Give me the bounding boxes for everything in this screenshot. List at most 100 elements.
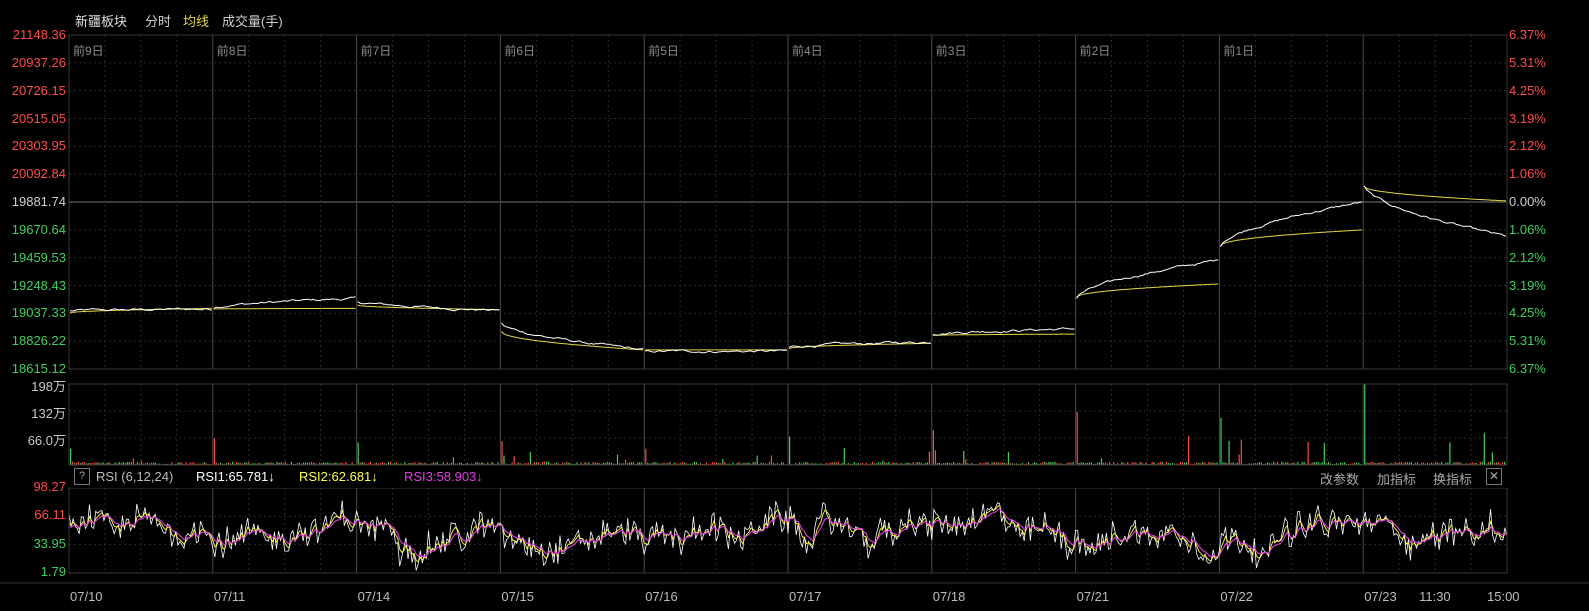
percent-label: 1.06% (1509, 221, 1546, 237)
percent-label: 6.37% (1509, 361, 1546, 376)
volume-bar (843, 448, 845, 465)
price-label: 20937.26 (11, 54, 66, 70)
volume-bar (1238, 454, 1240, 465)
timeshare-chart (0, 34, 1589, 584)
price-label: 19459.53 (11, 249, 66, 265)
volume-bar (965, 459, 967, 465)
day-label: 前9日 (73, 44, 104, 58)
percent-label: 6.37% (1509, 27, 1546, 42)
volume-bar (1220, 418, 1222, 465)
volume-bar (1076, 411, 1078, 465)
price-label: 18826.22 (11, 333, 66, 349)
volume-bar (1007, 451, 1009, 465)
rsi-label: 98.27 (33, 479, 66, 494)
volume-bar (625, 459, 627, 465)
date-label: 11:30 (1419, 589, 1451, 604)
volume-bar (963, 450, 965, 465)
rsi3-value: RSI3:58.903↓ (404, 469, 483, 484)
percent-label: 0.00% (1509, 194, 1546, 209)
change-params-button[interactable]: 改参数 (1320, 469, 1359, 488)
percent-label: 5.31% (1509, 54, 1546, 70)
date-label: 07/18 (932, 589, 966, 604)
rsi-header: ? RSI (6,12,24) RSI1:65.781↓ RSI2:62.681… (70, 466, 1508, 488)
volume-bar (1307, 441, 1309, 465)
volume-bar (357, 442, 359, 465)
avg-line-day-2 (213, 307, 356, 310)
price-label: 20726.15 (11, 82, 66, 98)
volume-bar (882, 460, 884, 465)
date-label: 15:00 (1487, 589, 1520, 604)
volume-bar (1449, 442, 1451, 465)
price-label: 20092.84 (11, 166, 66, 182)
price-label: 19881.74 (11, 194, 66, 209)
volume-bar (1188, 435, 1190, 465)
volume-bar (70, 448, 72, 465)
volume-bar (1483, 432, 1485, 465)
percent-label: 4.25% (1509, 305, 1546, 321)
day-label: 前3日 (935, 44, 967, 58)
volume-bar (932, 430, 934, 465)
volume-label: 132万 (31, 406, 66, 421)
percent-label: 3.19% (1509, 277, 1546, 293)
rsi1-value: RSI1:65.781↓ (196, 469, 275, 484)
volume-bar (452, 457, 454, 465)
volume-bar (213, 438, 215, 465)
volume-bar (1364, 384, 1366, 465)
date-label: 07/10 (70, 589, 103, 604)
volume-bar (513, 456, 515, 465)
add-indicator-button[interactable]: 加指标 (1377, 469, 1416, 488)
volume-label: 66.0万 (27, 433, 66, 448)
rsi-title: RSI (6,12,24) (96, 469, 174, 484)
price-label: 19670.64 (11, 221, 66, 237)
volume-bar (529, 452, 531, 465)
volume-bar (1323, 442, 1325, 465)
avg-line-day-10 (1363, 186, 1507, 202)
price-label: 21148.36 (12, 27, 66, 42)
percent-label: 2.12% (1509, 249, 1546, 265)
percent-label: 2.12% (1509, 138, 1546, 154)
price-label: 19248.43 (11, 277, 66, 293)
date-label: 07/16 (645, 589, 678, 604)
price-label: 20515.05 (11, 110, 66, 126)
volume-bar (770, 455, 772, 465)
volume-bar (1228, 440, 1230, 465)
price-label: 20303.95 (11, 138, 66, 154)
date-label: 07/14 (357, 589, 391, 604)
day-label: 前1日 (1223, 44, 1255, 58)
price-label: 18615.12 (11, 361, 66, 376)
rsi-label: 1.79 (40, 564, 66, 579)
volume-bar (722, 459, 724, 465)
volume-bar (140, 460, 143, 465)
percent-label: 4.25% (1509, 82, 1546, 98)
day-label: 前2日 (1079, 44, 1111, 58)
volume-bar (616, 454, 619, 465)
close-icon[interactable]: ✕ (1486, 468, 1502, 485)
date-label: 07/15 (501, 589, 534, 604)
help-button[interactable]: ? (74, 468, 90, 485)
percent-label: 5.31% (1509, 333, 1546, 349)
date-label: 07/23 (1364, 589, 1397, 604)
volume-label: 198万 (31, 379, 66, 394)
day-label: 前5日 (648, 44, 679, 58)
volume-bar (503, 455, 505, 465)
volume-bar (501, 441, 503, 465)
rsi-label: 33.95 (33, 535, 66, 551)
volume-bar (1491, 452, 1493, 465)
volume-bar (756, 455, 758, 465)
date-label: 07/11 (213, 589, 246, 604)
percent-label: 3.19% (1509, 110, 1546, 126)
day-label: 前7日 (360, 44, 392, 58)
volume-bar (132, 458, 134, 465)
volume-bar (1100, 458, 1103, 465)
date-label: 07/17 (789, 589, 822, 604)
switch-indicator-button[interactable]: 换指标 (1433, 469, 1472, 488)
percent-label: 1.06% (1509, 166, 1546, 182)
day-label: 前8日 (216, 44, 248, 58)
volume-bar (928, 451, 930, 465)
price-label: 19037.33 (11, 305, 66, 321)
volume-bar (645, 448, 647, 465)
day-label: 前6日 (504, 44, 536, 58)
date-label: 07/22 (1220, 589, 1253, 604)
rsi-label: 66.11 (34, 507, 66, 523)
date-label: 07/21 (1076, 589, 1110, 604)
